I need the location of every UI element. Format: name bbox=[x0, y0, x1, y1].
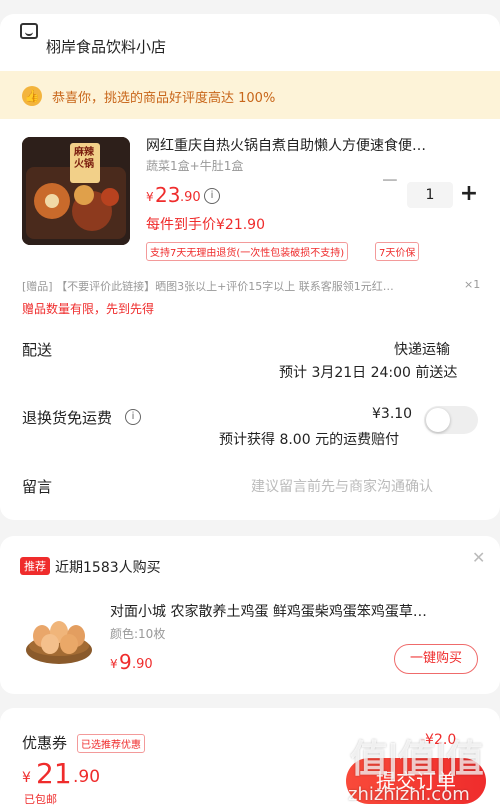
product-image-label: 麻辣火锅 bbox=[74, 147, 94, 170]
gift-note: 赠品数量有限，先到先得 bbox=[22, 302, 155, 316]
price-int: 23 bbox=[155, 183, 181, 207]
praise-text: 恭喜你，挑选的商品好评度高达 100% bbox=[52, 91, 276, 106]
recommend-item-title[interactable]: 对面小城 农家散养土鸡蛋 鲜鸡蛋柴鸡蛋笨鸡蛋草… bbox=[110, 601, 427, 621]
decrease-button[interactable]: − bbox=[377, 168, 403, 194]
watermark-site: zhizhizhi.com bbox=[348, 784, 470, 805]
return-fee-toggle[interactable] bbox=[424, 406, 478, 434]
message-label: 留言 bbox=[22, 478, 53, 496]
product-spec[interactable]: 蔬菜1盒+牛肚1盒 bbox=[146, 157, 243, 174]
toggle-knob bbox=[426, 408, 450, 432]
product-title[interactable]: 网红重庆自热火锅自煮自助懒人方便速食便… bbox=[146, 135, 426, 155]
total-currency: ¥ bbox=[22, 770, 31, 786]
product-image[interactable]: 麻辣火锅 bbox=[22, 137, 130, 245]
price-currency: ¥ bbox=[146, 190, 154, 204]
total-dec: .90 bbox=[73, 767, 101, 787]
recommend-badge: 推荐 bbox=[20, 557, 50, 575]
return-fee-info-icon[interactable]: i bbox=[125, 409, 141, 425]
price-dec: .90 bbox=[180, 190, 201, 205]
recommend-price-int: 9 bbox=[119, 650, 132, 674]
each-price: 每件到手价¥21.90 bbox=[146, 217, 265, 233]
shipping-note: 已包邮 bbox=[24, 793, 57, 806]
price-info-icon[interactable]: i bbox=[204, 188, 220, 204]
message-input[interactable]: 建议留言前先与商家沟通确认 bbox=[251, 476, 433, 496]
gift-count: ×1 bbox=[464, 278, 481, 291]
coupon-tag: 已选推荐优惠 bbox=[77, 734, 145, 753]
total-int: 21 bbox=[36, 757, 72, 790]
store-name[interactable]: 栩岸食品饮料小店 bbox=[46, 36, 166, 57]
recommend-currency: ¥ bbox=[110, 657, 118, 671]
return-fee-compensation: 预计获得 8.00 元的运费赔付 bbox=[219, 432, 400, 448]
watermark-logo: 值|值|值 bbox=[350, 737, 484, 781]
delivery-method[interactable]: 快递运输 bbox=[394, 339, 450, 359]
recommend-price-dec: .90 bbox=[132, 657, 153, 672]
delivery-label: 配送 bbox=[22, 341, 53, 359]
close-icon[interactable]: ✕ bbox=[472, 548, 485, 567]
coupon-label: 优惠券 bbox=[22, 734, 68, 752]
quantity-input[interactable]: 1 bbox=[407, 182, 453, 208]
price-protect-tag: 7天价保 bbox=[375, 242, 420, 261]
increase-button[interactable]: + bbox=[456, 181, 482, 207]
gift-text: [赠品] 【不要评价此链接】晒图3张以上+评价15字以上 联系客服领1元红… bbox=[22, 280, 394, 293]
delivery-eta: 预计 3月21日 24:00 前送达 bbox=[279, 365, 458, 381]
return-fee-label: 退换货免运费 bbox=[22, 409, 113, 427]
recommend-headline: 近期1583人购买 bbox=[55, 560, 161, 576]
thumbs-up-icon: 👍 bbox=[22, 86, 42, 106]
return-fee-price: ¥3.10 bbox=[372, 406, 413, 422]
egg-basket-illustration bbox=[26, 621, 92, 664]
egg-image[interactable] bbox=[22, 598, 96, 672]
recommend-item-spec: 颜色:10枚 bbox=[110, 627, 166, 641]
one-click-buy-button[interactable]: 一键购买 bbox=[394, 644, 478, 674]
return-policy-tag: 支持7天无理由退货(一次性包装破损不支持) bbox=[146, 242, 349, 261]
praise-banner: 👍 恭喜你，挑选的商品好评度高达 100% bbox=[0, 71, 500, 119]
shop-icon bbox=[20, 23, 38, 39]
